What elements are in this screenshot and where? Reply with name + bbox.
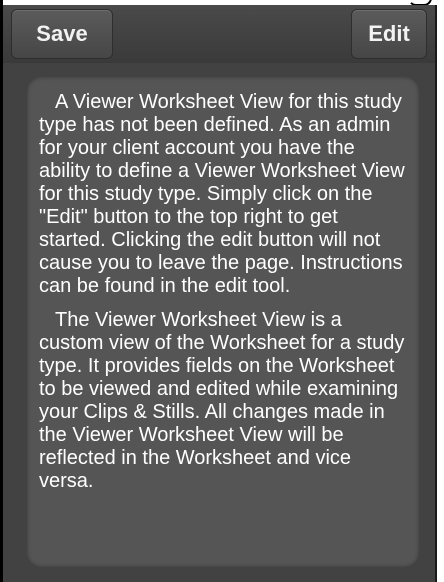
save-button[interactable]: Save bbox=[11, 9, 113, 59]
message-paragraph-definition: A Viewer Worksheet View for this study t… bbox=[39, 91, 405, 297]
undefined-view-message: A Viewer Worksheet View for this study t… bbox=[27, 77, 419, 567]
message-paragraph-description: The Viewer Worksheet View is a custom vi… bbox=[39, 309, 405, 492]
viewer-worksheet-window: Save Edit A Viewer Worksheet View for th… bbox=[0, 0, 444, 582]
edit-button[interactable]: Edit bbox=[351, 9, 427, 59]
worksheet-panel: Save Edit A Viewer Worksheet View for th… bbox=[0, 5, 437, 582]
toolbar: Save Edit bbox=[3, 5, 435, 63]
